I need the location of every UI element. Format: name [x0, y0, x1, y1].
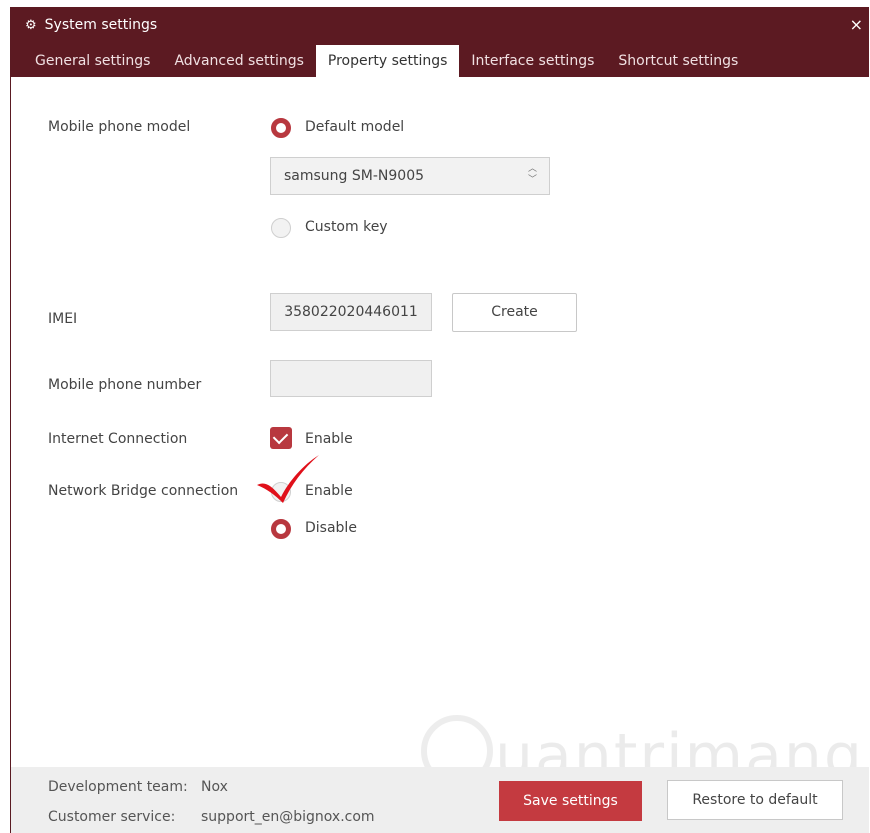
model-select-value: samsung SM-N9005 [284, 168, 425, 184]
title-bar: ⚙ System settings × General settings Adv… [11, 7, 869, 77]
dev-team-label: Development team: [48, 779, 188, 795]
phone-number-label: Mobile phone number [48, 377, 202, 393]
default-model-radio[interactable] [271, 118, 291, 138]
internet-connection-label: Internet Connection [48, 431, 188, 447]
gear-icon: ⚙ [25, 17, 37, 33]
custom-key-label: Custom key [305, 219, 388, 235]
tab-interface-settings[interactable]: Interface settings [459, 45, 606, 77]
window-title: ⚙ System settings [25, 17, 157, 33]
save-settings-button[interactable]: Save settings [499, 781, 642, 821]
model-select[interactable]: samsung SM-N9005 ︿ ﹀ [270, 157, 550, 195]
restore-default-button[interactable]: Restore to default [667, 780, 843, 820]
dev-team-value: Nox [201, 779, 228, 795]
tab-shortcut-settings[interactable]: Shortcut settings [606, 45, 750, 77]
bridge-disable-radio[interactable] [271, 519, 291, 539]
close-icon[interactable]: × [850, 15, 863, 34]
phone-number-field[interactable] [270, 360, 432, 397]
custom-key-radio[interactable] [271, 218, 291, 238]
annotation-check-icon [257, 455, 319, 503]
create-button[interactable]: Create [452, 293, 577, 332]
customer-service-email: support_en@bignox.com [201, 809, 375, 825]
internet-enable-checkbox[interactable] [270, 427, 292, 449]
tab-general-settings[interactable]: General settings [11, 45, 162, 77]
tab-bar: General settings Advanced settings Prope… [11, 45, 750, 77]
network-bridge-label: Network Bridge connection [48, 483, 239, 499]
customer-service-label: Customer service: [48, 809, 176, 825]
check-icon [272, 428, 289, 445]
chevron-updown-icon: ︿ ﹀ [527, 164, 537, 185]
internet-enable-label: Enable [305, 431, 353, 447]
bridge-disable-label: Disable [305, 520, 357, 536]
tab-advanced-settings[interactable]: Advanced settings [162, 45, 315, 77]
window-title-text: System settings [44, 17, 158, 33]
model-label: Mobile phone model [48, 119, 191, 135]
footer: Development team: Nox Customer service: … [11, 767, 869, 833]
settings-window: ⚙ System settings × General settings Adv… [10, 7, 869, 833]
imei-field[interactable]: 358022020446011 [270, 293, 432, 331]
imei-label: IMEI [48, 311, 78, 327]
tab-property-settings[interactable]: Property settings [315, 45, 460, 77]
default-model-label: Default model [305, 119, 405, 135]
